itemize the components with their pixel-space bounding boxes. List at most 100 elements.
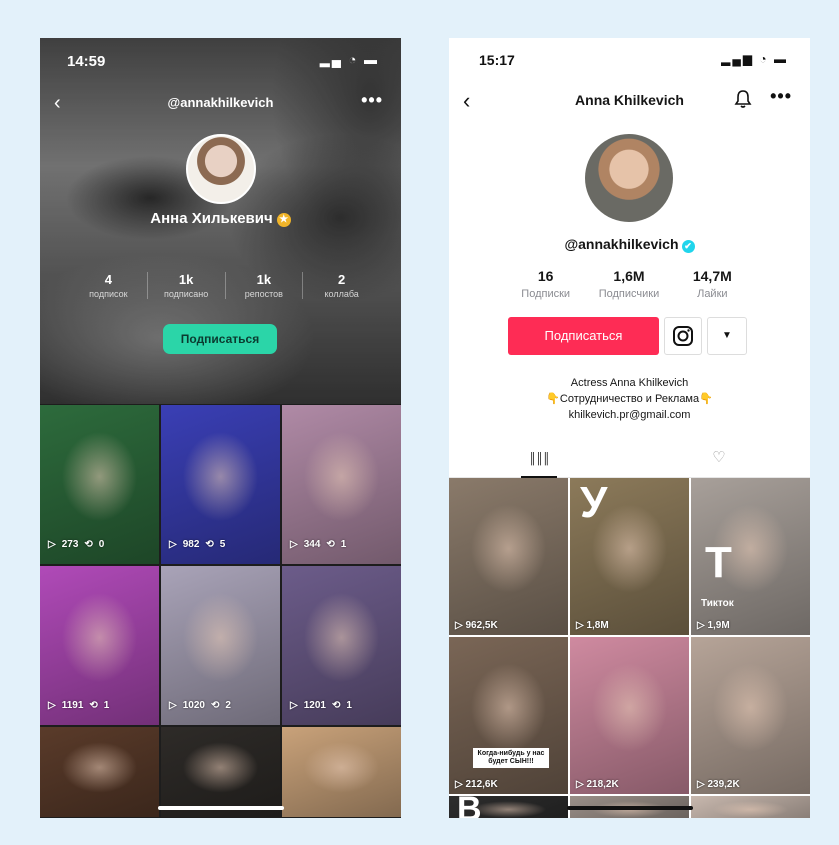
right-phone-screenshot: 15:17 ▂▄▆ ◔ ▬ ‹ Anna Khilkevich ••• @ann… bbox=[449, 38, 810, 818]
page-title: Anna Khilkevich bbox=[575, 92, 684, 108]
stat-label: репостов bbox=[244, 289, 283, 299]
video-thumbnail[interactable]: У ▷ 1,8M bbox=[570, 478, 689, 635]
video-thumbnail[interactable]: ▷ 344 ⟲ 1 bbox=[282, 405, 401, 564]
video-stats: ▷ 344 ⟲ 1 bbox=[290, 539, 346, 550]
bio-line: 👇Сотрудничество и Реклама👇 bbox=[546, 393, 713, 405]
repost-icon: ⟲ bbox=[89, 700, 98, 711]
video-stats: ▷ 1,8M bbox=[576, 620, 609, 631]
video-stats: ▷ 1020 ⟲ 2 bbox=[169, 700, 231, 711]
video-stats: ▷ 1,9M bbox=[697, 620, 730, 631]
overlay-note: Когда-нибудь у нас будет СЫН!!! bbox=[473, 748, 549, 768]
play-icon: ▷ bbox=[455, 620, 466, 631]
profile-stats: 16 Подписки 1,6M Подписчики 14,7M Лайки bbox=[504, 268, 754, 300]
stat-reposts[interactable]: 1k репостов bbox=[226, 272, 304, 299]
status-icons: ▂▄ ◔ ▬ bbox=[319, 52, 379, 67]
play-icon: ▷ bbox=[169, 700, 177, 711]
stat-value: 4 bbox=[104, 272, 112, 287]
video-thumbnail[interactable]: Когда-нибудь у нас будет СЫН!!! ▷ 212,6K bbox=[449, 637, 568, 794]
stat-subscribed[interactable]: 1k подписано bbox=[148, 272, 226, 299]
more-icon[interactable]: ••• bbox=[770, 86, 792, 107]
video-stats: ▷ 239,2K bbox=[697, 779, 740, 790]
stat-collabs[interactable]: 2 коллаба bbox=[303, 272, 380, 299]
profile-stats: 4 подписок 1k подписано 1k репостов 2 ко… bbox=[70, 272, 380, 299]
display-name-text: Анна Хилькевич bbox=[150, 210, 273, 227]
profile-bio: Actress Anna Khilkevich 👇Сотрудничество … bbox=[449, 375, 810, 423]
video-thumbnail[interactable] bbox=[40, 727, 159, 817]
video-thumbnail[interactable]: ▷ 1191 ⟲ 1 bbox=[40, 566, 159, 725]
profile-handle-text: @annakhilkevich bbox=[564, 236, 679, 252]
play-icon: ▷ bbox=[290, 539, 298, 550]
video-thumbnail[interactable]: B bbox=[449, 796, 568, 818]
chevron-down-icon[interactable]: ▼ bbox=[707, 317, 747, 355]
view-count: 218,2K bbox=[586, 779, 619, 790]
bell-icon[interactable] bbox=[734, 89, 752, 109]
avatar[interactable] bbox=[585, 134, 673, 222]
stat-subscriptions[interactable]: 4 подписок bbox=[70, 272, 148, 299]
view-count: 1201 bbox=[303, 700, 326, 711]
video-stats: ▷ 1191 ⟲ 1 bbox=[48, 700, 109, 711]
play-icon: ▷ bbox=[48, 539, 56, 550]
video-grid: ▷ 273 ⟲ 0 ▷ 982 ⟲ 5 ▷ 344 ⟲ 1 ▷ 1191 ⟲ 1 ▷ 1020 ⟲ 2 ▷ 12… bbox=[40, 405, 401, 817]
stat-label: Лайки bbox=[697, 288, 728, 300]
video-grid: ▷ 962,5K У ▷ 1,8M Т Тикток ▷ 1,9M Когда-… bbox=[449, 478, 810, 818]
stat-label: коллаба bbox=[324, 289, 359, 299]
video-stats: ▷ 218,2K bbox=[576, 779, 619, 790]
view-count: 344 bbox=[303, 539, 321, 550]
video-thumbnail[interactable] bbox=[691, 796, 810, 818]
video-thumbnail[interactable]: ▷ 273 ⟲ 0 bbox=[40, 405, 159, 564]
play-icon: ▷ bbox=[576, 620, 587, 631]
video-thumbnail[interactable]: ▷ 1020 ⟲ 2 bbox=[161, 566, 280, 725]
video-thumbnail[interactable]: ▷ 218,2K bbox=[570, 637, 689, 794]
video-thumbnail[interactable]: ▷ 239,2K bbox=[691, 637, 810, 794]
more-icon[interactable]: ••• bbox=[361, 90, 383, 111]
repost-icon: ⟲ bbox=[331, 700, 341, 711]
play-icon: ▷ bbox=[697, 779, 708, 790]
video-thumbnail[interactable] bbox=[161, 727, 280, 817]
profile-handle: @annakhilkevich ✔ bbox=[449, 236, 810, 253]
bio-email[interactable]: khilkevich.pr@gmail.com bbox=[449, 407, 810, 423]
video-thumbnail[interactable]: ▷ 1201 ⟲ 1 bbox=[282, 566, 401, 725]
repost-count: 1 bbox=[346, 700, 352, 711]
avatar[interactable] bbox=[186, 134, 256, 204]
repost-count: 2 bbox=[225, 700, 231, 711]
stat-likes[interactable]: 14,7M Лайки bbox=[671, 268, 754, 300]
video-thumbnail[interactable]: Т Тикток ▷ 1,9M bbox=[691, 478, 810, 635]
repost-count: 1 bbox=[103, 700, 110, 711]
star-badge-icon: ★ bbox=[276, 213, 291, 227]
video-stats: ▷ 1201 ⟲ 1 bbox=[290, 700, 352, 711]
stat-value: 1k bbox=[178, 272, 194, 287]
stat-following[interactable]: 16 Подписки bbox=[504, 268, 587, 300]
play-icon: ▷ bbox=[697, 620, 708, 631]
view-count: 273 bbox=[61, 539, 79, 550]
grid-icon: ║║║ bbox=[528, 453, 550, 465]
video-thumbnail[interactable] bbox=[282, 727, 401, 817]
stat-value: 1,6M bbox=[613, 268, 645, 284]
overlay-caption: Тикток bbox=[701, 598, 734, 609]
play-icon: ▷ bbox=[455, 779, 466, 790]
liked-heart-icon: ♡ bbox=[712, 449, 726, 466]
video-stats: ▷ 982 ⟲ 5 bbox=[169, 539, 225, 550]
follow-button[interactable]: Подписаться bbox=[508, 317, 659, 355]
home-indicator bbox=[158, 806, 284, 810]
tab-liked[interactable]: ♡ bbox=[629, 439, 809, 477]
view-count: 212,6K bbox=[465, 779, 498, 790]
subscribe-button[interactable]: Подписаться bbox=[163, 324, 277, 354]
repost-icon: ⟲ bbox=[205, 539, 214, 550]
left-phone-screenshot: 14:59 ▂▄ ◔ ▬ ‹ @annakhilkevich ••• Анна … bbox=[40, 38, 401, 818]
tab-videos[interactable]: ║║║ bbox=[449, 439, 629, 478]
view-count: 1,8M bbox=[586, 620, 609, 631]
stat-followers[interactable]: 1,6M Подписчики bbox=[587, 268, 670, 300]
view-count: 1191 bbox=[61, 700, 84, 711]
play-icon: ▷ bbox=[576, 779, 587, 790]
repost-count: 1 bbox=[340, 539, 347, 550]
repost-icon: ⟲ bbox=[210, 700, 220, 711]
status-time: 15:17 bbox=[479, 52, 515, 68]
verified-icon: ✔ bbox=[681, 240, 695, 253]
video-thumbnail[interactable]: ▷ 962,5K bbox=[449, 478, 568, 635]
video-stats: ▷ 273 ⟲ 0 bbox=[48, 539, 104, 550]
play-icon: ▷ bbox=[169, 539, 177, 550]
instagram-icon[interactable] bbox=[664, 317, 702, 355]
stat-value: 16 bbox=[537, 268, 554, 284]
view-count: 1020 bbox=[182, 700, 205, 711]
video-thumbnail[interactable]: ▷ 982 ⟲ 5 bbox=[161, 405, 280, 564]
